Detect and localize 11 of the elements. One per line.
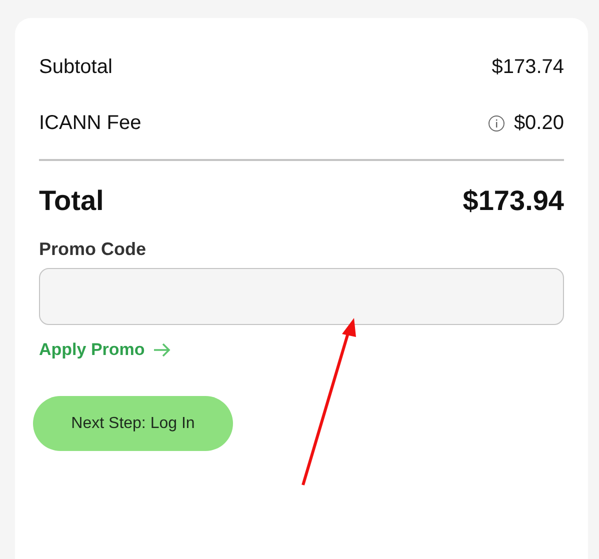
line-amount: $173.74 [492,56,564,78]
line-label: ICANN Fee [39,112,142,134]
arrow-right-icon [152,342,171,358]
promo-code-label: Promo Code [39,239,148,260]
line-amount: $0.20 [514,112,564,134]
promo-code-field[interactable] [39,268,564,325]
total-label: Total [39,185,104,217]
total-amount: $173.94 [462,185,564,217]
next-step-button[interactable]: Next Step: Log In [33,396,233,451]
line-label: Subtotal [39,56,112,78]
info-icon[interactable] [488,114,505,132]
